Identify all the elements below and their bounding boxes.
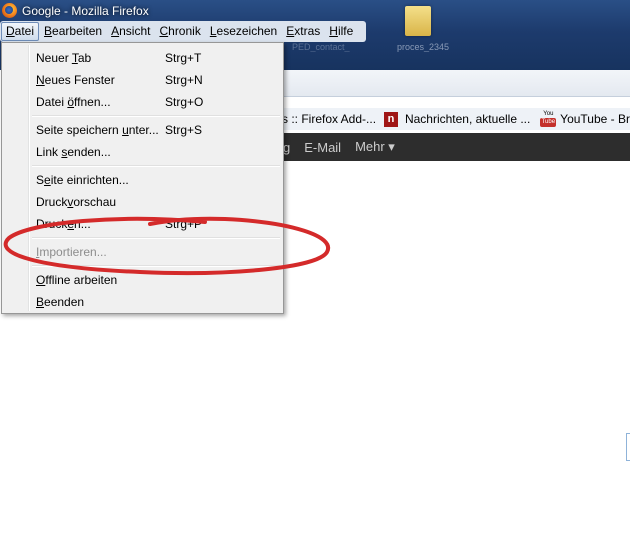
menu-ansicht-accel: A: [111, 24, 120, 38]
google-bar: g E-Mail Mehr ▾: [282, 133, 630, 161]
menu-bearbeiten[interactable]: Bearbeiten: [40, 22, 106, 41]
menu-hilfe[interactable]: Hilfe: [325, 22, 357, 41]
menuitem-print-preview-pre: Druck: [36, 195, 68, 209]
menuitem-save-page-accel: u: [122, 123, 129, 137]
youtube-icon-bottom: Tube: [540, 118, 557, 127]
menuitem-print-preview-post: orschau: [73, 195, 117, 209]
menuitem-import: Importieren...: [36, 241, 276, 263]
shortcut-save-page: Strg+S: [165, 123, 203, 137]
menuitem-print-post: n...: [74, 217, 91, 231]
google-bar-more[interactable]: Mehr ▾: [355, 139, 395, 155]
menuitem-page-setup-pre: S: [36, 173, 45, 187]
menuitem-offline-accel: O: [36, 273, 46, 287]
menu-hilfe-label: ilfe: [337, 24, 354, 38]
menuitem-open-file[interactable]: Datei öffnen... Strg+O: [36, 91, 276, 113]
menu-chronik-accel: C: [159, 24, 169, 38]
search-input[interactable]: [626, 433, 630, 461]
menu-chronik[interactable]: Chronik: [155, 22, 204, 41]
menu-separator: [32, 237, 280, 239]
menuitem-quit[interactable]: Beenden: [36, 291, 276, 313]
menuitem-open-file-post: ffnen...: [74, 95, 111, 109]
window-title: Google - Mozilla Firefox: [22, 3, 149, 18]
menuitem-save-page-post: nter...: [128, 123, 159, 137]
shortcut-new-window: Strg+N: [165, 73, 203, 87]
menuitem-send-link-pre: Link: [36, 145, 62, 159]
firefox-icon[interactable]: [2, 3, 17, 18]
menu-datei-label: atei: [14, 24, 35, 38]
menu-chronik-label: hronik: [168, 24, 201, 38]
menu-separator: [32, 265, 280, 267]
menuitem-new-window-accel: N: [36, 73, 45, 87]
google-bar-email[interactable]: E-Mail: [304, 140, 341, 155]
shortcut-open-file: Strg+O: [165, 95, 204, 109]
menu-hilfe-accel: H: [329, 24, 338, 38]
menu-bar: Datei Bearbeiten Ansicht Chronik Lesezei…: [0, 21, 366, 42]
menuitem-print-pre: Druck: [36, 217, 68, 231]
menu-lesezeichen[interactable]: Lesezeichen: [206, 22, 281, 41]
bookmark-youtube[interactable]: YouTube - Br: [560, 112, 630, 126]
shortcut-print: Strg+P: [165, 217, 203, 231]
news-site-icon: n: [384, 111, 398, 127]
menu-extras-label: xtras: [294, 24, 321, 38]
menu-datei[interactable]: Datei: [1, 22, 40, 41]
menuitem-offline-post: ffline arbeiten: [45, 273, 118, 287]
menuitem-save-page-pre: Seite speichern: [36, 123, 123, 137]
menu-lesezeichen-accel: L: [209, 24, 217, 38]
menuitem-send-link[interactable]: Link senden...: [36, 141, 276, 163]
menuitem-open-file-pre: Datei: [36, 95, 68, 109]
menu-bearbeiten-accel: B: [44, 24, 53, 38]
menuitem-new-tab-pre: Neuer: [36, 51, 72, 65]
menu-separator: [32, 165, 280, 167]
menuitem-new-window-post: eues Fenster: [44, 73, 115, 87]
menuitem-offline[interactable]: Offline arbeiten: [36, 269, 276, 291]
menuitem-page-setup[interactable]: Seite einrichten...: [36, 169, 276, 191]
google-bar-item-partial[interactable]: g: [283, 140, 290, 155]
menuitem-new-tab-post: ab: [77, 51, 92, 65]
menuitem-page-setup-accel: e: [44, 173, 51, 187]
navigation-toolbar: [282, 70, 630, 97]
datei-menu: Neuer Tab Strg+T Neues Fenster Strg+N Da…: [1, 42, 284, 314]
menuitem-import-post: mportieren...: [39, 245, 107, 259]
youtube-icon: You Tube: [540, 111, 557, 127]
menu-ansicht[interactable]: Ansicht: [107, 22, 154, 41]
menu-lesezeichen-label: esezeichen: [216, 24, 278, 38]
menuitem-print-preview[interactable]: Druckvorschau: [36, 191, 276, 213]
bookmarks-toolbar: s :: Firefox Add-... n Nachrichten, aktu…: [282, 108, 630, 130]
menuitem-page-setup-post: ite einrichten...: [50, 173, 129, 187]
menu-bearbeiten-label: earbeiten: [52, 24, 103, 38]
menuitem-save-page[interactable]: Seite speichern unter... Strg+S: [36, 119, 276, 141]
bookmark-firefox-addons[interactable]: s :: Firefox Add-...: [282, 112, 376, 126]
window-titlebar: Google - Mozilla Firefox: [0, 0, 630, 21]
menu-separator: [32, 115, 280, 117]
menu-datei-accel: D: [6, 24, 15, 38]
bookmark-nachrichten[interactable]: Nachrichten, aktuelle ...: [405, 112, 530, 126]
menu-ansicht-label: nsicht: [119, 24, 151, 38]
desktop-folder-label: proces_2345: [396, 42, 450, 52]
youtube-icon-top: You: [543, 111, 554, 117]
menuitem-new-window[interactable]: Neues Fenster Strg+N: [36, 69, 276, 91]
menuitem-print[interactable]: Drucken... Strg+P: [36, 213, 276, 235]
menuitem-quit-accel: B: [36, 295, 45, 309]
shortcut-new-tab: Strg+T: [165, 51, 202, 65]
menu-extras[interactable]: Extras: [282, 22, 324, 41]
menuitem-quit-post: eenden: [44, 295, 85, 309]
menuitem-new-tab[interactable]: Neuer Tab Strg+T: [36, 47, 276, 69]
desktop-faded-label: PED_contact_: [292, 42, 350, 52]
menuitem-send-link-post: enden...: [67, 145, 111, 159]
